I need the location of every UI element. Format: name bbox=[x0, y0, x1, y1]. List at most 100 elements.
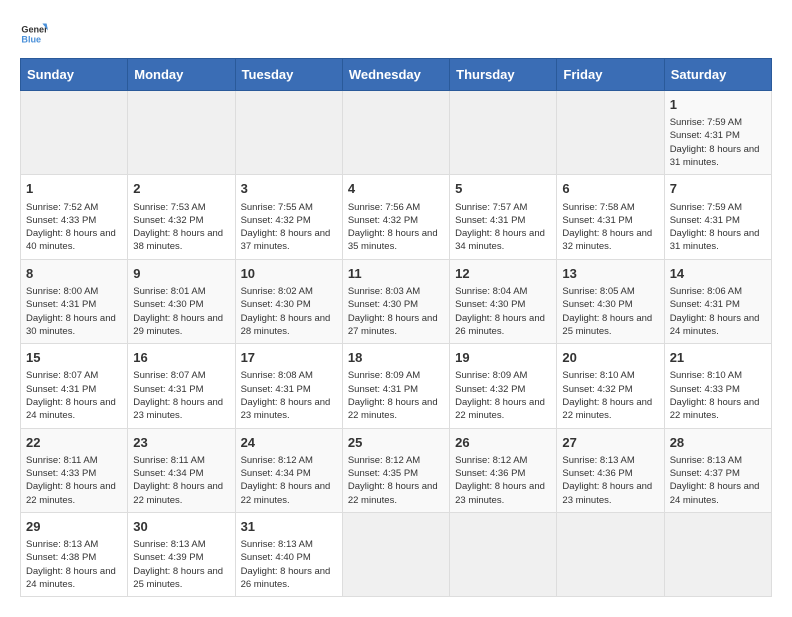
day-number: 18 bbox=[348, 349, 444, 367]
sunset-text: Sunset: 4:36 PM bbox=[562, 468, 632, 479]
calendar-cell: 26Sunrise: 8:12 AMSunset: 4:36 PMDayligh… bbox=[450, 428, 557, 512]
daylight-text: Daylight: 8 hours and 28 minutes. bbox=[241, 313, 331, 337]
sunrise-text: Sunrise: 8:10 AM bbox=[670, 370, 742, 381]
day-number: 3 bbox=[241, 180, 337, 198]
calendar-cell: 24Sunrise: 8:12 AMSunset: 4:34 PMDayligh… bbox=[235, 428, 342, 512]
calendar-cell: 12Sunrise: 8:04 AMSunset: 4:30 PMDayligh… bbox=[450, 259, 557, 343]
daylight-text: Daylight: 8 hours and 31 minutes. bbox=[670, 144, 760, 168]
logo: General Blue bbox=[20, 20, 48, 48]
calendar-cell: 19Sunrise: 8:09 AMSunset: 4:32 PMDayligh… bbox=[450, 344, 557, 428]
sunset-text: Sunset: 4:35 PM bbox=[348, 468, 418, 479]
daylight-text: Daylight: 8 hours and 27 minutes. bbox=[348, 313, 438, 337]
calendar-cell bbox=[342, 91, 449, 175]
sunset-text: Sunset: 4:30 PM bbox=[133, 299, 203, 310]
sunset-text: Sunset: 4:33 PM bbox=[26, 215, 96, 226]
daylight-text: Daylight: 8 hours and 22 minutes. bbox=[348, 397, 438, 421]
day-number: 31 bbox=[241, 518, 337, 536]
sunrise-text: Sunrise: 8:00 AM bbox=[26, 286, 98, 297]
calendar-cell: 18 Sunrise: 8:09 AM Sunset: 4:31 PM Dayligh… bbox=[342, 344, 449, 428]
sunrise-text: Sunrise: 8:07 AM bbox=[26, 370, 98, 381]
day-number: 12 bbox=[455, 265, 551, 283]
week-row-5: 29Sunrise: 8:13 AMSunset: 4:38 PMDayligh… bbox=[21, 512, 772, 596]
day-number: 4 bbox=[348, 180, 444, 198]
sunrise-text: Sunrise: 8:06 AM bbox=[670, 286, 742, 297]
header-sunday: Sunday bbox=[21, 59, 128, 91]
sunrise-text: Sunrise: 8:13 AM bbox=[562, 455, 634, 466]
sunset-text: Sunset: 4:31 PM bbox=[670, 130, 740, 141]
day-number: 20 bbox=[562, 349, 658, 367]
sunset-text: Sunset: 4:30 PM bbox=[348, 299, 418, 310]
calendar-cell: 2Sunrise: 7:53 AMSunset: 4:32 PMDaylight… bbox=[128, 175, 235, 259]
header-wednesday: Wednesday bbox=[342, 59, 449, 91]
day-number: 11 bbox=[348, 265, 444, 283]
sunset-text: Sunset: 4:31 PM bbox=[133, 384, 203, 395]
day-number: 28 bbox=[670, 434, 766, 452]
sunset-text: Sunset: 4:31 PM bbox=[241, 384, 311, 395]
sunset-text: Sunset: 4:31 PM bbox=[455, 215, 525, 226]
daylight-text: Daylight: 8 hours and 22 minutes. bbox=[562, 397, 652, 421]
day-number: 6 bbox=[562, 180, 658, 198]
daylight-text: Daylight: 8 hours and 23 minutes. bbox=[241, 397, 331, 421]
day-number: 17 bbox=[241, 349, 337, 367]
daylight-text: Daylight: 8 hours and 23 minutes. bbox=[133, 397, 223, 421]
day-number: 10 bbox=[241, 265, 337, 283]
calendar-cell bbox=[128, 91, 235, 175]
day-number: 21 bbox=[670, 349, 766, 367]
sunrise-text: Sunrise: 8:07 AM bbox=[133, 370, 205, 381]
sunset-text: Sunset: 4:39 PM bbox=[133, 552, 203, 563]
sunrise-text: Sunrise: 8:09 AM bbox=[348, 370, 420, 381]
calendar-cell: 31Sunrise: 8:13 AMSunset: 4:40 PMDayligh… bbox=[235, 512, 342, 596]
calendar-cell: 27Sunrise: 8:13 AMSunset: 4:36 PMDayligh… bbox=[557, 428, 664, 512]
calendar-cell: 14Sunrise: 8:06 AMSunset: 4:31 PMDayligh… bbox=[664, 259, 771, 343]
day-number: 23 bbox=[133, 434, 229, 452]
sunrise-text: Sunrise: 8:13 AM bbox=[133, 539, 205, 550]
sunrise-text: Sunrise: 8:11 AM bbox=[133, 455, 205, 466]
sunrise-text: Sunrise: 7:57 AM bbox=[455, 202, 527, 213]
sunset-text: Sunset: 4:30 PM bbox=[562, 299, 632, 310]
calendar-table: SundayMondayTuesdayWednesdayThursdayFrid… bbox=[20, 58, 772, 597]
day-number: 25 bbox=[348, 434, 444, 452]
daylight-text: Daylight: 8 hours and 40 minutes. bbox=[26, 228, 116, 252]
sunset-text: Sunset: 4:32 PM bbox=[348, 215, 418, 226]
calendar-cell: 20Sunrise: 8:10 AMSunset: 4:32 PMDayligh… bbox=[557, 344, 664, 428]
sunset-text: Sunset: 4:31 PM bbox=[348, 384, 418, 395]
day-number: 1 bbox=[26, 180, 122, 198]
daylight-text: Daylight: 8 hours and 24 minutes. bbox=[670, 481, 760, 505]
sunrise-text: Sunrise: 8:12 AM bbox=[348, 455, 420, 466]
sunset-text: Sunset: 4:32 PM bbox=[133, 215, 203, 226]
calendar-cell: 13Sunrise: 8:05 AMSunset: 4:30 PMDayligh… bbox=[557, 259, 664, 343]
day-number: 16 bbox=[133, 349, 229, 367]
sunset-text: Sunset: 4:32 PM bbox=[455, 384, 525, 395]
sunrise-text: Sunrise: 7:59 AM bbox=[670, 117, 742, 128]
sunset-text: Sunset: 4:33 PM bbox=[670, 384, 740, 395]
sunrise-text: Sunrise: 8:03 AM bbox=[348, 286, 420, 297]
daylight-text: Daylight: 8 hours and 31 minutes. bbox=[670, 228, 760, 252]
sunrise-text: Sunrise: 8:01 AM bbox=[133, 286, 205, 297]
daylight-text: Daylight: 8 hours and 32 minutes. bbox=[562, 228, 652, 252]
sunrise-text: Sunrise: 7:55 AM bbox=[241, 202, 313, 213]
calendar-cell bbox=[450, 91, 557, 175]
week-row-2: 8Sunrise: 8:00 AMSunset: 4:31 PMDaylight… bbox=[21, 259, 772, 343]
daylight-text: Daylight: 8 hours and 26 minutes. bbox=[241, 566, 331, 590]
svg-text:Blue: Blue bbox=[21, 34, 41, 44]
daylight-text: Daylight: 8 hours and 35 minutes. bbox=[348, 228, 438, 252]
sunrise-text: Sunrise: 8:04 AM bbox=[455, 286, 527, 297]
sunrise-text: Sunrise: 8:05 AM bbox=[562, 286, 634, 297]
calendar-cell: 23Sunrise: 8:11 AMSunset: 4:34 PMDayligh… bbox=[128, 428, 235, 512]
calendar-cell: 4Sunrise: 7:56 AMSunset: 4:32 PMDaylight… bbox=[342, 175, 449, 259]
calendar-cell: 8Sunrise: 8:00 AMSunset: 4:31 PMDaylight… bbox=[21, 259, 128, 343]
daylight-text: Daylight: 8 hours and 22 minutes. bbox=[26, 481, 116, 505]
sunrise-text: Sunrise: 8:08 AM bbox=[241, 370, 313, 381]
sunset-text: Sunset: 4:30 PM bbox=[455, 299, 525, 310]
calendar-cell: 10Sunrise: 8:02 AMSunset: 4:30 PMDayligh… bbox=[235, 259, 342, 343]
calendar-cell bbox=[557, 91, 664, 175]
sunrise-text: Sunrise: 8:13 AM bbox=[26, 539, 98, 550]
day-number: 7 bbox=[670, 180, 766, 198]
calendar-cell bbox=[664, 512, 771, 596]
header-friday: Friday bbox=[557, 59, 664, 91]
daylight-text: Daylight: 8 hours and 23 minutes. bbox=[455, 481, 545, 505]
calendar-cell: 22Sunrise: 8:11 AMSunset: 4:33 PMDayligh… bbox=[21, 428, 128, 512]
day-number: 5 bbox=[455, 180, 551, 198]
sunrise-text: Sunrise: 7:58 AM bbox=[562, 202, 634, 213]
day-number: 19 bbox=[455, 349, 551, 367]
